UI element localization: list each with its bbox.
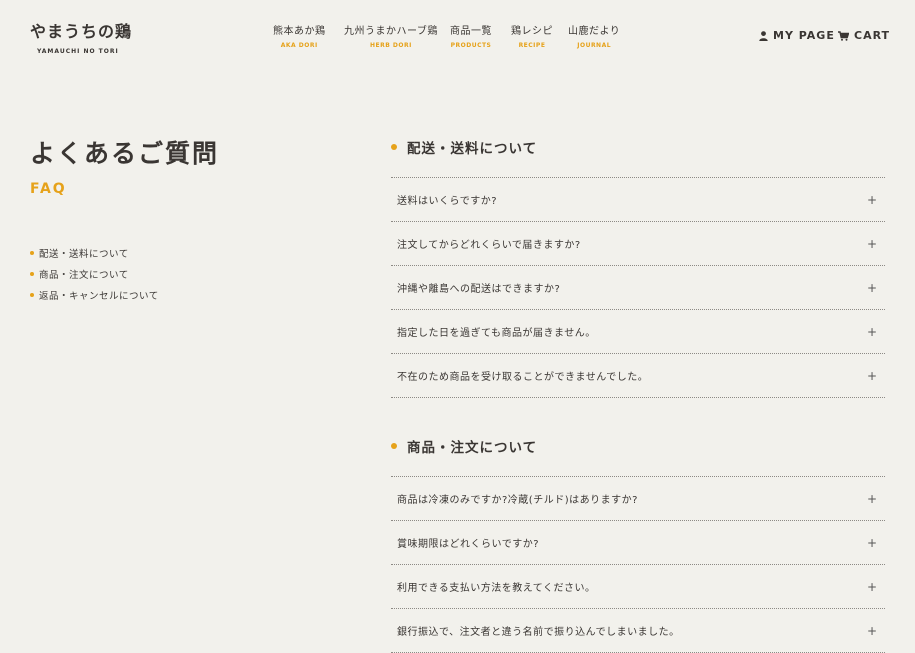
faq-item[interactable]: 商品は冷凍のみですか?冷蔵(チルド)はありますか? +: [391, 477, 885, 521]
bullet-icon: [30, 271, 34, 276]
faq-question: 銀行振込で、注文者と違う名前で振り込んでしまいました。: [397, 627, 680, 638]
faq-question: 指定した日を過ぎても商品が届きません。: [397, 328, 596, 339]
faq-item[interactable]: 送料はいくらですか? +: [391, 178, 885, 222]
faq-item[interactable]: 指定した日を過ぎても商品が届きません。 +: [391, 310, 885, 354]
faq-section-heading: 配送・送料について: [391, 133, 885, 161]
faq-section-products: 商品・注文について 商品は冷凍のみですか?冷蔵(チルド)はありますか? + 賞味…: [391, 432, 885, 653]
nav-item-products[interactable]: 商品一覧 PRODUCTS: [450, 22, 492, 49]
plus-icon: +: [867, 623, 878, 638]
nav-item-aka-dori[interactable]: 熊本あか鶏 AKA DORI: [273, 22, 326, 49]
nav-label: 熊本あか鶏: [273, 26, 326, 37]
cart-link[interactable]: CART: [838, 29, 890, 42]
plus-icon: +: [867, 280, 878, 295]
page-subtitle: FAQ: [30, 181, 67, 197]
mypage-label: MY PAGE: [773, 29, 835, 42]
nav-label: 九州うまかハーブ鶏: [344, 26, 438, 37]
nav-sublabel: RECIPE: [518, 42, 546, 49]
nav-item-journal[interactable]: 山鹿だより JOURNAL: [568, 22, 620, 49]
nav-item-recipe[interactable]: 鶏レシピ RECIPE: [511, 22, 553, 49]
faq-section-shipping: 配送・送料について 送料はいくらですか? + 注文してからどれくらいで届きますか…: [391, 133, 885, 398]
faq-section-heading: 商品・注文について: [391, 432, 885, 460]
faq-question: 送料はいくらですか?: [397, 196, 498, 207]
plus-icon: +: [867, 579, 878, 594]
nav-label: 商品一覧: [450, 26, 492, 37]
plus-icon: +: [867, 324, 878, 339]
nav-label: 鶏レシピ: [511, 26, 553, 37]
nav-sublabel: PRODUCTS: [450, 42, 492, 49]
faq-item[interactable]: 不在のため商品を受け取ることができませんでした。 +: [391, 354, 885, 398]
plus-icon: +: [867, 368, 878, 383]
cart-label: CART: [854, 29, 891, 42]
faq-item[interactable]: 沖縄や離島への配送はできますか? +: [391, 266, 885, 310]
faq-question: 沖縄や離島への配送はできますか?: [397, 284, 561, 295]
faq-item[interactable]: 賞味期限はどれくらいですか? +: [391, 521, 885, 565]
cart-icon: [838, 30, 849, 41]
mypage-link[interactable]: MY PAGE: [759, 29, 835, 42]
plus-icon: +: [867, 236, 878, 251]
bullet-icon: [30, 292, 34, 297]
faq-category-products[interactable]: 商品・注文について: [30, 263, 159, 284]
bullet-icon: [391, 144, 397, 150]
faq-category-returns[interactable]: 返品・キャンセルについて: [30, 284, 159, 305]
nav-label: 山鹿だより: [568, 26, 621, 37]
nav-sublabel: HERB DORI: [370, 42, 412, 49]
nav-sublabel: JOURNAL: [577, 42, 612, 49]
faq-question: 利用できる支払い方法を教えてください。: [397, 583, 596, 594]
faq-category-label: 返品・キャンセルについて: [39, 290, 159, 302]
faq-list: 商品は冷凍のみですか?冷蔵(チルド)はありますか? + 賞味期限はどれくらいです…: [391, 476, 885, 653]
page-title: よくあるご質問: [30, 139, 220, 168]
faq-category-shipping[interactable]: 配送・送料について: [30, 242, 159, 263]
faq-category-label: 商品・注文について: [39, 269, 129, 281]
faq-item[interactable]: 銀行振込で、注文者と違う名前で振り込んでしまいました。 +: [391, 609, 885, 653]
faq-item[interactable]: 利用できる支払い方法を教えてください。 +: [391, 565, 885, 609]
plus-icon: +: [867, 535, 878, 550]
plus-icon: +: [867, 192, 878, 207]
bullet-icon: [30, 250, 34, 255]
faq-question: 注文してからどれくらいで届きますか?: [397, 240, 581, 251]
faq-item[interactable]: 注文してからどれくらいで届きますか? +: [391, 222, 885, 266]
faq-question: 賞味期限はどれくらいですか?: [397, 539, 540, 550]
bullet-icon: [391, 443, 397, 449]
faq-category-nav: 配送・送料について 商品・注文について 返品・キャンセルについて: [30, 242, 159, 305]
nav-item-herb-dori[interactable]: 九州うまかハーブ鶏 HERB DORI: [344, 22, 438, 49]
plus-icon: +: [867, 491, 878, 506]
faq-question: 商品は冷凍のみですか?冷蔵(チルド)はありますか?: [397, 495, 638, 506]
faq-list: 送料はいくらですか? + 注文してからどれくらいで届きますか? + 沖縄や離島へ…: [391, 177, 885, 398]
faq-section-title: 配送・送料について: [407, 141, 538, 157]
faq-category-label: 配送・送料について: [39, 248, 129, 260]
faq-question: 不在のため商品を受け取ることができませんでした。: [397, 372, 649, 383]
user-icon: [759, 30, 768, 41]
faq-section-title: 商品・注文について: [407, 440, 538, 456]
nav-sublabel: AKA DORI: [280, 42, 318, 49]
